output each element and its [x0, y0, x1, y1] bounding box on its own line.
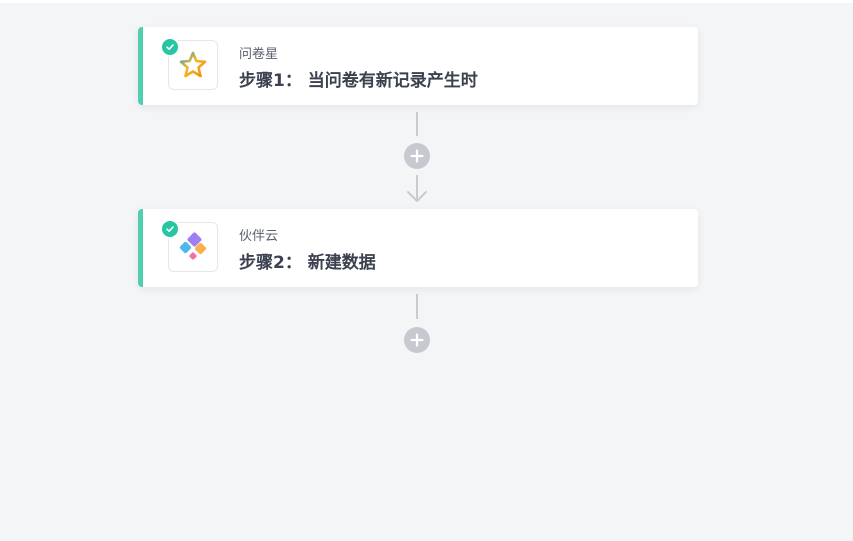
plus-icon	[410, 333, 424, 347]
step-card-2[interactable]: 伙伴云 步骤2： 新建数据	[138, 209, 698, 287]
huoban-logo-icon	[179, 232, 207, 260]
arrow-down-icon	[407, 175, 427, 202]
add-step-button[interactable]	[404, 327, 430, 353]
connector-line	[416, 112, 418, 136]
workflow-canvas: 问卷星 步骤1： 当问卷有新记录产生时 伙伴云 步骤2： 新建数据	[0, 0, 853, 541]
add-step-button[interactable]	[404, 143, 430, 169]
step-accent-bar	[138, 27, 143, 105]
check-icon	[160, 37, 180, 57]
app-name: 伙伴云	[239, 229, 279, 244]
step-card-1[interactable]: 问卷星 步骤1： 当问卷有新记录产生时	[138, 27, 698, 105]
connector-line	[416, 294, 418, 319]
top-strip	[0, 0, 853, 3]
star-icon	[179, 51, 207, 78]
step-title: 步骤1： 当问卷有新记录产生时	[239, 71, 478, 91]
step-accent-bar	[138, 209, 143, 287]
plus-icon	[410, 149, 424, 163]
app-name: 问卷星	[239, 47, 279, 62]
check-icon	[160, 219, 180, 239]
step-title: 步骤2： 新建数据	[239, 253, 376, 273]
